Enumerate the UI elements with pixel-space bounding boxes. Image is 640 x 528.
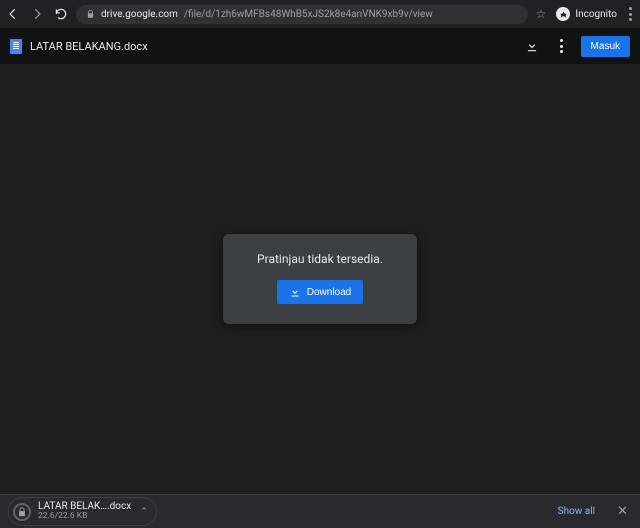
kebab-icon: [558, 39, 565, 52]
download-item[interactable]: LATAR BELAK….docx 22.6/22.6 KB ⌃: [8, 497, 157, 525]
signin-button[interactable]: Masuk: [581, 36, 630, 57]
forward-icon[interactable]: [30, 7, 44, 21]
more-actions-button[interactable]: [551, 35, 573, 57]
download-shelf: LATAR BELAK….docx 22.6/22.6 KB ⌃ Show al…: [0, 494, 640, 528]
download-icon: [525, 39, 539, 53]
docs-icon: [10, 39, 22, 54]
address-bar[interactable]: drive.google.com/file/d/1zh6wMFBs48WhB5x…: [76, 5, 528, 24]
document-title: LATAR BELAKANG.docx: [30, 40, 148, 53]
browser-menu-icon[interactable]: [627, 7, 634, 20]
show-all-downloads[interactable]: Show all: [558, 506, 595, 517]
url-host: drive.google.com: [101, 9, 178, 20]
preview-download-button[interactable]: Download: [277, 280, 363, 304]
incognito-icon: [556, 7, 570, 21]
close-shelf-button[interactable]: ✕: [613, 504, 632, 519]
chevron-up-icon[interactable]: ⌃: [140, 507, 148, 517]
download-progress-icon: [13, 503, 31, 521]
url-path: /file/d/1zh6wMFBs48WhB5xJS2k8e4anVNK9xb9…: [184, 9, 433, 20]
lock-icon: [86, 9, 95, 19]
back-icon[interactable]: [6, 7, 20, 21]
incognito-badge[interactable]: Incognito: [556, 7, 617, 21]
drive-toolbar: LATAR BELAKANG.docx Masuk: [0, 28, 640, 64]
preview-message: Pratinjau tidak tersedia.: [257, 252, 383, 266]
preview-download-label: Download: [307, 287, 351, 298]
reload-icon[interactable]: [54, 7, 68, 21]
download-button[interactable]: [521, 35, 543, 57]
preview-area: Pratinjau tidak tersedia. Download: [0, 64, 640, 494]
download-icon: [289, 286, 301, 298]
incognito-label: Incognito: [575, 9, 617, 20]
browser-toolbar: drive.google.com/file/d/1zh6wMFBs48WhB5x…: [0, 0, 640, 28]
download-size: 22.6/22.6 KB: [38, 512, 131, 521]
bookmark-icon[interactable]: ☆: [536, 7, 547, 21]
preview-unavailable-card: Pratinjau tidak tersedia. Download: [223, 234, 417, 324]
